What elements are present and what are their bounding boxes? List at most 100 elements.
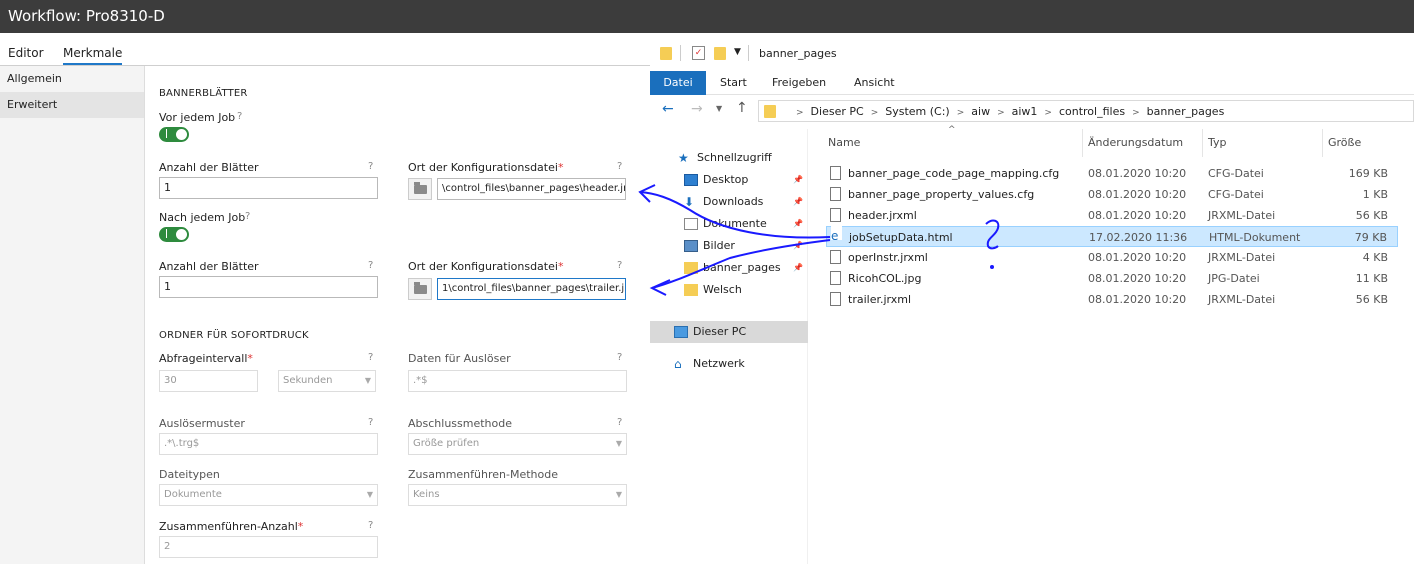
quick-access-toolbar: ✓ ▼ banner_pages [650,33,1414,71]
file-row[interactable]: banner_page_property_values.cfg 08.01.202… [826,184,1398,205]
merge-count-input[interactable]: 2 [159,536,378,558]
pin-icon[interactable]: 📌 [793,235,803,257]
back-arrow-icon[interactable]: ← [662,101,674,117]
breadcrumb-item[interactable]: aiw1 [1012,105,1038,118]
help-icon[interactable]: ? [617,260,622,271]
browse-folder-button-1[interactable] [408,178,432,200]
nav-item-netzwerk[interactable]: ⌂ Netzwerk [650,353,808,375]
browse-folder-button-2[interactable] [408,278,432,300]
tab-editor[interactable]: Editor [8,46,44,60]
ribbon-tab-freigeben[interactable]: Freigeben [772,71,826,95]
column-separator[interactable] [1322,129,1323,157]
file-name: jobSetupData.html [849,231,953,244]
breadcrumb-item[interactable]: aiw [971,105,990,118]
column-header-date[interactable]: Änderungsdatum [1088,129,1183,157]
file-name: banner_page_code_page_mapping.cfg [848,167,1060,180]
nav-item-schnellzugriff[interactable]: ★ Schnellzugriff [650,147,808,169]
folder-icon [764,105,776,118]
breadcrumb-separator-icon[interactable]: > [1044,108,1052,118]
breadcrumb-separator-icon[interactable]: > [871,108,879,118]
column-separator[interactable] [1082,129,1083,157]
address-box[interactable]: > Dieser PC > System (C:) > aiw > aiw1 > control_… [758,100,1414,122]
breadcrumb-item[interactable]: control_files [1059,105,1125,118]
trailer-config-path-input[interactable]: 1\control_files\banner_pages\trailer.jrx… [437,278,626,300]
nav-item-welsch[interactable]: Welsch [650,279,808,301]
ribbon-tab-ansicht[interactable]: Ansicht [854,71,895,95]
after-job-label: Nach jedem Job [159,211,246,224]
help-icon[interactable]: ? [368,417,373,428]
sheet-count-input-1[interactable]: 1 [159,177,378,199]
forward-arrow-icon[interactable]: → [691,101,703,117]
ribbon-tab-start[interactable]: Start [720,71,747,95]
merge-method-select[interactable]: Keins ▼ [408,484,627,506]
file-row[interactable]: header.jrxml 08.01.2020 10:20 JRXML-Datei 5… [826,205,1398,226]
nav-item-dokumente[interactable]: Dokumente 📌 [650,213,808,235]
tab-bar: Editor Merkmale [0,42,650,66]
breadcrumb-separator-icon[interactable]: > [1132,108,1140,118]
chevron-down-icon[interactable]: ▼ [716,104,722,113]
document-icon [684,218,698,230]
up-arrow-icon[interactable]: ↑ [736,100,748,116]
file-row[interactable]: trailer.jrxml 08.01.2020 10:20 JRXML-Datei… [826,289,1398,310]
properties-icon[interactable]: ✓ [692,46,705,60]
file-types-label: Dateitypen [159,468,220,481]
after-job-toggle[interactable] [159,227,189,242]
pictures-icon [684,240,698,252]
help-icon[interactable]: ? [617,352,622,363]
pin-icon[interactable]: 📌 [793,169,803,191]
file-row[interactable]: e jobSetupData.html 17.02.2020 11:36 HTML-D… [826,226,1398,247]
tab-merkmale[interactable]: Merkmale [63,46,123,65]
completion-method-select[interactable]: Größe prüfen ▼ [408,433,627,455]
nav-item-erweitert[interactable]: Erweitert [0,92,144,118]
nav-item-dieser-pc[interactable]: Dieser PC [650,321,808,343]
breadcrumb-separator-icon[interactable]: > [796,108,804,118]
nav-item-allgemein[interactable]: Allgemein [0,66,144,92]
help-icon[interactable]: ? [237,111,242,122]
nav-item-downloads[interactable]: ⬇ Downloads 📌 [650,191,808,213]
help-icon[interactable]: ? [368,520,373,531]
poll-interval-input[interactable]: 30 [159,370,258,392]
before-job-toggle[interactable] [159,127,189,142]
column-header-size[interactable]: Größe [1328,129,1361,157]
nav-item-label: banner_pages [703,261,781,274]
poll-unit-select[interactable]: Sekunden ▼ [278,370,376,392]
file-row[interactable]: operInstr.jrxml 08.01.2020 10:20 JRXML-Dat… [826,247,1398,268]
help-icon[interactable]: ? [245,211,250,222]
help-icon[interactable]: ? [617,417,622,428]
trigger-pattern-input[interactable]: .*\.trg$ [159,433,378,455]
file-date: 08.01.2020 10:20 [1088,188,1187,201]
chevron-down-icon[interactable]: ▼ [734,47,741,57]
column-header-name[interactable]: Name [828,129,860,157]
help-icon[interactable]: ? [368,352,373,363]
breadcrumb-item[interactable]: banner_pages [1147,105,1225,118]
trigger-data-input[interactable]: .*$ [408,370,627,392]
nav-item-bilder[interactable]: Bilder 📌 [650,235,808,257]
column-separator[interactable] [1202,129,1203,157]
sheet-count-input-2[interactable]: 1 [159,276,378,298]
help-icon[interactable]: ? [368,260,373,271]
pin-icon[interactable]: 📌 [793,257,803,279]
file-types-select[interactable]: Dokumente ▼ [159,484,378,506]
merge-method-value: Keins [413,489,440,500]
help-icon[interactable]: ? [368,161,373,172]
file-row[interactable]: banner_page_code_page_mapping.cfg 08.01.2… [826,163,1398,184]
new-folder-icon[interactable] [714,47,726,60]
file-size: 56 KB [1355,293,1388,306]
network-icon: ⌂ [674,357,682,371]
breadcrumb-separator-icon[interactable]: > [997,108,1005,118]
column-header-type[interactable]: Typ [1208,129,1227,157]
help-icon[interactable]: ? [617,161,622,172]
folder-icon [684,284,698,296]
header-config-path-input[interactable]: \control_files\banner_pages\header.jrxml [437,178,626,200]
desktop-icon [684,174,698,186]
breadcrumb-separator-icon[interactable]: > [957,108,965,118]
ribbon-tab-datei[interactable]: Datei [650,71,706,95]
nav-item-banner-pages[interactable]: banner_pages 📌 [650,257,808,279]
file-row[interactable]: RicohCOL.jpg 08.01.2020 10:20 JPG-Datei 11 … [826,268,1398,289]
trigger-pattern-label: Auslösermuster [159,417,245,430]
pin-icon[interactable]: 📌 [793,213,803,235]
breadcrumb-item[interactable]: Dieser PC [811,105,864,118]
pin-icon[interactable]: 📌 [793,191,803,213]
breadcrumb-item[interactable]: System (C:) [885,105,950,118]
nav-item-desktop[interactable]: Desktop 📌 [650,169,808,191]
